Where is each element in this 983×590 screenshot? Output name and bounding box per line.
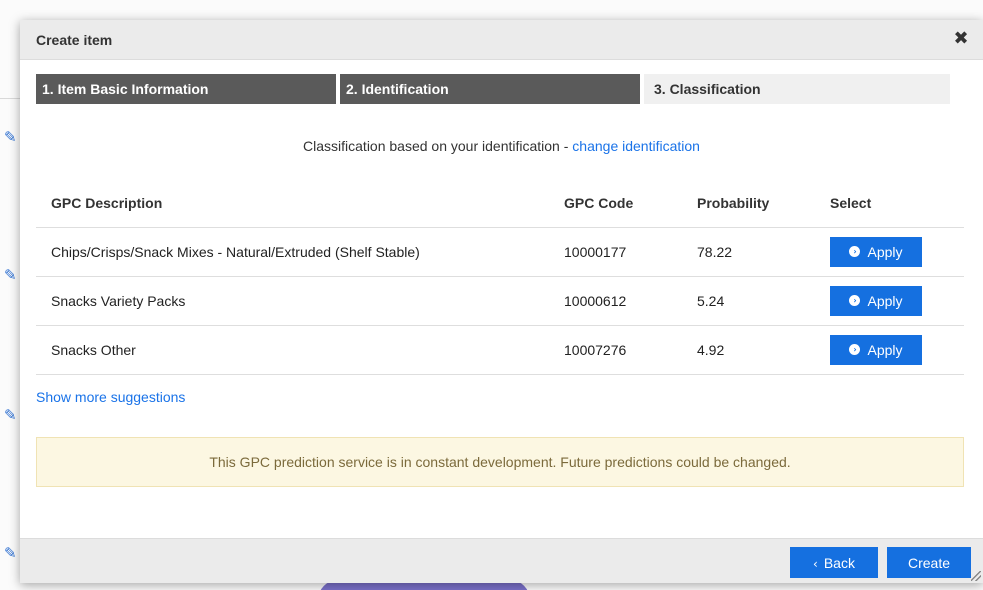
select-cell: › Apply bbox=[815, 276, 964, 326]
gpc-code: 10007276 bbox=[549, 325, 682, 375]
wizard-steps: 1. Item Basic Information 2. Identificat… bbox=[36, 74, 950, 104]
gpc-probability: 78.22 bbox=[682, 227, 815, 277]
gpc-probability: 5.24 bbox=[682, 276, 815, 326]
apply-button[interactable]: › Apply bbox=[830, 334, 922, 365]
apply-label: Apply bbox=[867, 243, 903, 260]
intro-text: Classification based on your identificat… bbox=[303, 138, 573, 154]
back-button[interactable]: ‹ Back bbox=[790, 547, 878, 578]
gpc-probability: 4.92 bbox=[682, 325, 815, 375]
select-cell: › Apply bbox=[815, 227, 964, 277]
step-identification[interactable]: 2. Identification bbox=[340, 74, 640, 104]
back-label: Back bbox=[823, 554, 855, 571]
close-icon[interactable]: ✖ bbox=[951, 29, 971, 49]
gpc-description: Snacks Variety Packs bbox=[36, 276, 549, 326]
table-header-row: GPC Description GPC Code Probability Sel… bbox=[36, 180, 964, 228]
chevron-circle-right-icon: › bbox=[849, 344, 861, 355]
header-gpc-code: GPC Code bbox=[549, 180, 682, 228]
pencil-icon[interactable]: ✎ bbox=[4, 264, 20, 286]
resize-handle-icon[interactable] bbox=[971, 571, 981, 581]
gpc-code: 10000177 bbox=[549, 227, 682, 277]
gpc-description: Snacks Other bbox=[36, 325, 549, 375]
chevron-circle-right-icon: › bbox=[849, 246, 861, 257]
show-more-suggestions-link[interactable]: Show more suggestions bbox=[36, 389, 185, 405]
step-classification[interactable]: 3. Classification bbox=[644, 74, 950, 104]
modal-header: Create item ✖ bbox=[20, 20, 983, 60]
pencil-icon[interactable]: ✎ bbox=[4, 126, 20, 148]
table-row: Chips/Crisps/Snack Mixes - Natural/Extru… bbox=[36, 227, 964, 277]
select-cell: › Apply bbox=[815, 325, 964, 375]
change-identification-link[interactable]: change identification bbox=[572, 138, 700, 154]
apply-button[interactable]: › Apply bbox=[830, 285, 922, 316]
apply-button[interactable]: › Apply bbox=[830, 236, 922, 267]
header-probability: Probability bbox=[682, 180, 815, 228]
chevron-left-icon: ‹ bbox=[813, 556, 818, 571]
background-divider bbox=[0, 98, 22, 99]
chevron-circle-right-icon: › bbox=[849, 295, 861, 306]
modal-title: Create item bbox=[36, 32, 113, 48]
gpc-description: Chips/Crisps/Snack Mixes - Natural/Extru… bbox=[36, 227, 549, 277]
modal-footer: ‹ Back Create bbox=[20, 538, 983, 583]
create-button[interactable]: Create bbox=[887, 547, 971, 578]
step-item-basic-information[interactable]: 1. Item Basic Information bbox=[36, 74, 336, 104]
pencil-icon[interactable]: ✎ bbox=[4, 542, 20, 564]
table-row: Snacks Variety Packs 10000612 5.24 › Appl… bbox=[36, 276, 964, 326]
gpc-table: GPC Description GPC Code Probability Sel… bbox=[36, 180, 964, 375]
create-item-modal: Create item ✖ 1. Item Basic Information … bbox=[20, 20, 983, 583]
prediction-notice: This GPC prediction service is in consta… bbox=[36, 437, 964, 487]
apply-label: Apply bbox=[867, 341, 903, 358]
gpc-code: 10000612 bbox=[549, 276, 682, 326]
header-gpc-description: GPC Description bbox=[36, 180, 549, 228]
header-select: Select bbox=[815, 180, 964, 228]
classification-intro: Classification based on your identificat… bbox=[20, 138, 983, 154]
table-row: Snacks Other 10007276 4.92 › Apply bbox=[36, 325, 964, 375]
pencil-icon[interactable]: ✎ bbox=[4, 404, 20, 426]
apply-label: Apply bbox=[867, 292, 903, 309]
